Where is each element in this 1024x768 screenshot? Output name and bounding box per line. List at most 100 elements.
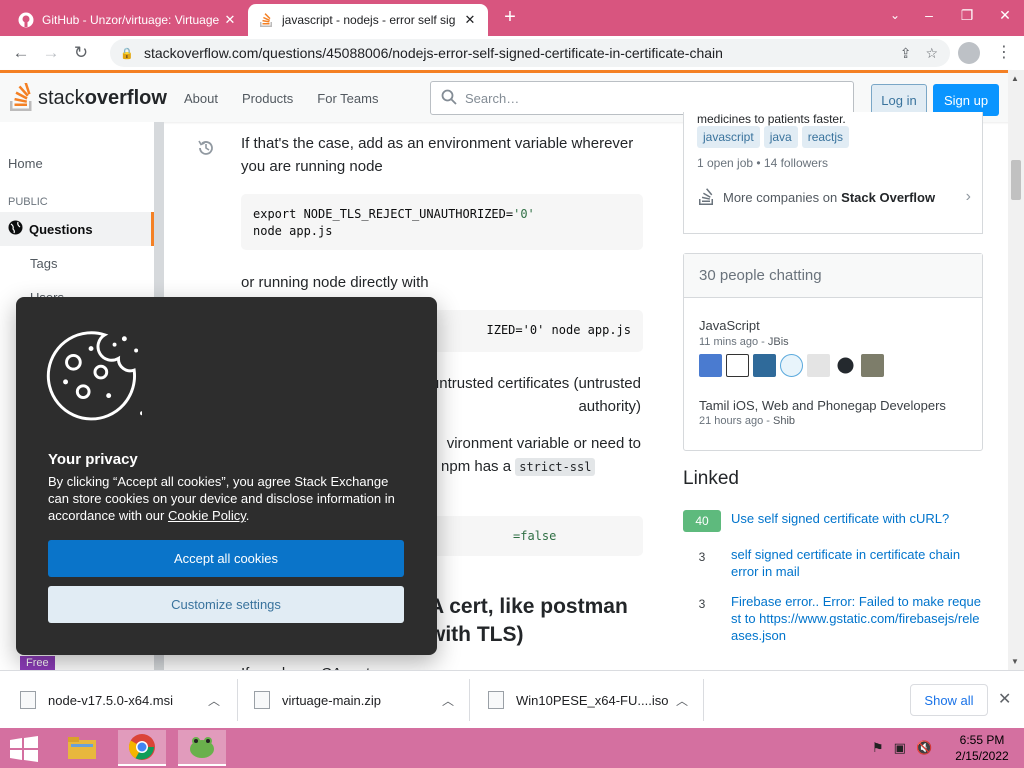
answer-paragraph: If that's the case, add as an environmen… bbox=[241, 135, 634, 175]
clock[interactable]: 6:55 PM 2/15/2022 bbox=[950, 732, 1014, 764]
score-badge: 40 bbox=[683, 510, 721, 532]
tag-reactjs[interactable]: reactjs bbox=[801, 126, 850, 148]
zip-file-icon bbox=[254, 691, 270, 709]
forward-arrow-icon[interactable]: → bbox=[36, 38, 66, 68]
chrome-icon bbox=[128, 734, 155, 760]
answer-paragraph: or running node directly with bbox=[241, 274, 429, 291]
back-arrow-icon[interactable]: ← bbox=[6, 38, 36, 68]
avatar[interactable] bbox=[861, 354, 884, 377]
omnibox-actions: ⇪ ☆ bbox=[900, 45, 938, 62]
accept-cookies-button[interactable]: Accept all cookies bbox=[48, 540, 404, 577]
taskbar-chrome[interactable] bbox=[118, 730, 166, 766]
cookie-consent-dialog: Your privacy By clicking “Accept all coo… bbox=[16, 297, 437, 655]
chat-room-user[interactable]: Shib bbox=[773, 415, 795, 427]
close-icon[interactable]: ✕ bbox=[462, 12, 478, 28]
avatar[interactable] bbox=[807, 354, 830, 377]
bookmark-star-icon[interactable]: ☆ bbox=[925, 45, 938, 62]
download-item[interactable]: node-v17.5.0-x64.msi ︿ bbox=[20, 681, 220, 719]
linked-question-link[interactable]: self signed certificate in certificate c… bbox=[731, 546, 971, 580]
restore-icon[interactable]: ❐ bbox=[948, 0, 986, 30]
sidebar-section-public: PUBLIC bbox=[8, 196, 48, 208]
linked-question-link[interactable]: Firebase error.. Error: Failed to make r… bbox=[731, 593, 983, 644]
cookie-icon bbox=[46, 331, 142, 421]
window-controls: – ❐ ✕ bbox=[910, 0, 1024, 30]
lock-icon: 🔒 bbox=[120, 47, 134, 60]
divider bbox=[469, 679, 470, 721]
chevron-up-icon[interactable]: ︿ bbox=[208, 692, 220, 709]
avatar[interactable] bbox=[834, 354, 857, 377]
chat-room-link[interactable]: JavaScript bbox=[699, 318, 760, 333]
avatar[interactable] bbox=[699, 354, 722, 377]
customize-settings-button[interactable]: Customize settings bbox=[48, 586, 404, 623]
chat-room-link[interactable]: Tamil iOS, Web and Phonegap Developers bbox=[699, 398, 946, 413]
stackoverflow-favicon-icon bbox=[258, 12, 274, 28]
chevron-up-icon[interactable]: ︿ bbox=[676, 692, 688, 709]
network-icon[interactable]: ▣ bbox=[894, 740, 906, 756]
code-block: export NODE_TLS_REJECT_UNAUTHORIZED='0' … bbox=[241, 194, 643, 250]
folder-icon bbox=[68, 737, 96, 759]
avatar[interactable] bbox=[726, 354, 749, 377]
download-item[interactable]: virtuage-main.zip ︿ bbox=[254, 681, 454, 719]
windows-start-icon[interactable] bbox=[10, 736, 38, 762]
linked-question: 40 Use self signed certificate with cURL… bbox=[683, 510, 983, 532]
chat-room-meta: 11 mins ago - JBis bbox=[699, 336, 789, 348]
show-all-downloads-button[interactable]: Show all bbox=[910, 684, 988, 716]
scroll-down-icon[interactable]: ▼ bbox=[1011, 657, 1019, 666]
stackoverflow-logo[interactable]: stack overflow bbox=[8, 83, 167, 113]
close-icon[interactable]: ✕ bbox=[222, 12, 238, 28]
tab-github[interactable]: GitHub - Unzor/virtuage: Virtuage ✕ bbox=[8, 4, 248, 36]
heading-text: with TLS) bbox=[429, 623, 524, 646]
sidebar-item-home[interactable]: Home bbox=[8, 156, 43, 171]
page-scrollbar[interactable]: ▲ ▼ bbox=[1008, 70, 1024, 670]
nav-about[interactable]: About bbox=[184, 91, 218, 106]
search-input[interactable]: Search… bbox=[430, 81, 854, 115]
taskbar-app[interactable] bbox=[178, 730, 226, 766]
linked-question-link[interactable]: Use self signed certificate with cURL? bbox=[731, 510, 949, 532]
reload-icon[interactable]: ↻ bbox=[66, 38, 96, 68]
stackoverflow-logo-icon bbox=[699, 188, 713, 205]
download-item[interactable]: Win10PESE_x64-FU....iso ︿ bbox=[488, 681, 688, 719]
close-icon[interactable]: ✕ bbox=[998, 689, 1011, 709]
clock-date: 2/15/2022 bbox=[955, 749, 1009, 763]
nav-for-teams[interactable]: For Teams bbox=[317, 91, 378, 106]
tag-java[interactable]: java bbox=[763, 126, 798, 148]
profile-avatar-icon[interactable] bbox=[958, 42, 980, 64]
code-text: =false bbox=[513, 529, 557, 543]
volume-muted-icon[interactable]: 🔇 bbox=[916, 740, 932, 756]
sidebar-item-tags[interactable]: Tags bbox=[30, 256, 57, 271]
linked-question: 3 Firebase error.. Error: Failed to make… bbox=[683, 593, 983, 644]
nav-products[interactable]: Products bbox=[242, 91, 293, 106]
avatar[interactable] bbox=[753, 354, 776, 377]
cookie-policy-link[interactable]: Cookie Policy bbox=[168, 508, 246, 523]
minimize-icon[interactable]: – bbox=[910, 0, 948, 30]
sidebar-item-questions[interactable]: Questions bbox=[0, 212, 154, 246]
avatar[interactable] bbox=[780, 354, 803, 377]
tab-stackoverflow[interactable]: javascript - nodejs - error self sig ✕ bbox=[248, 4, 488, 36]
scroll-up-icon[interactable]: ▲ bbox=[1011, 74, 1019, 83]
more-companies-text: More companies on bbox=[723, 189, 838, 205]
new-tab-button[interactable]: + bbox=[498, 6, 522, 30]
scroll-thumb[interactable] bbox=[1011, 160, 1021, 200]
cookie-body-end: . bbox=[245, 508, 250, 523]
code-text: export NODE_TLS_REJECT_UNAUTHORIZED= bbox=[253, 207, 514, 221]
score-badge: 3 bbox=[698, 597, 706, 611]
more-companies-bold: Stack Overflow bbox=[841, 189, 936, 205]
jobs-description: medicines to patients faster. bbox=[697, 112, 846, 126]
menu-kebab-icon[interactable]: ⋮ bbox=[996, 42, 1012, 62]
url-text: stackoverflow.com/questions/45088006/nod… bbox=[144, 45, 723, 61]
window-close-icon[interactable]: ✕ bbox=[986, 0, 1024, 30]
taskbar-file-explorer[interactable] bbox=[58, 730, 106, 766]
chevron-up-icon[interactable]: ︿ bbox=[442, 692, 454, 709]
address-bar[interactable]: 🔒 stackoverflow.com/questions/45088006/n… bbox=[110, 39, 950, 67]
flag-icon[interactable]: ⚑ bbox=[872, 740, 884, 756]
score-badge: 3 bbox=[698, 550, 706, 564]
tag-javascript[interactable]: javascript bbox=[697, 126, 760, 148]
more-companies-link[interactable]: More companies on Stack Overflow › bbox=[697, 188, 971, 206]
download-filename: node-v17.5.0-x64.msi bbox=[48, 692, 174, 708]
tag-list: javascript java reactjs bbox=[697, 126, 850, 148]
chat-room-user[interactable]: JBis bbox=[768, 336, 789, 348]
history-icon[interactable] bbox=[196, 138, 216, 163]
tab-search-chevron-icon[interactable]: ⌄ bbox=[890, 8, 900, 22]
share-icon[interactable]: ⇪ bbox=[900, 45, 912, 62]
divider bbox=[237, 679, 238, 721]
